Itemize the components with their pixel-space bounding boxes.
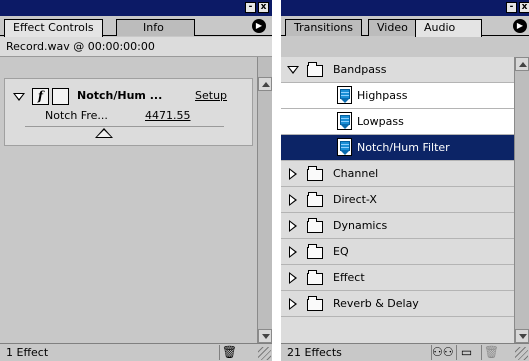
effect-name: Notch/Hum ... — [77, 89, 163, 102]
vertical-scrollbar[interactable] — [257, 57, 272, 343]
folder-icon — [307, 270, 323, 285]
minimize-button[interactable]: - — [506, 2, 517, 13]
folder-row-effect[interactable]: Effect — [281, 265, 514, 291]
tab-audio[interactable]: Audio — [415, 19, 483, 37]
folder-row-dynamics[interactable]: Dynamics — [281, 213, 514, 239]
effect-enable-toggle[interactable]: f — [32, 88, 49, 105]
effect-count: 21 Effects — [287, 346, 342, 359]
folder-row-channel[interactable]: Channel — [281, 161, 514, 187]
param-value-field[interactable]: 4471.55 — [145, 109, 191, 122]
scroll-up-button[interactable] — [258, 77, 272, 91]
trash-icon[interactable]: 🗑 — [481, 345, 501, 360]
tab-info[interactable]: Info — [116, 19, 195, 36]
vertical-scrollbar[interactable] — [514, 57, 529, 343]
status-bar: 21 Effects ⚇⚇ ▭ 🗑 — [281, 343, 529, 361]
trash-icon[interactable]: 🗑 — [219, 345, 239, 360]
disclosure-triangle-icon[interactable] — [289, 272, 297, 284]
folder-row-eq[interactable]: EQ — [281, 239, 514, 265]
close-button[interactable]: x — [519, 2, 529, 13]
folder-label: Channel — [333, 167, 379, 180]
scroll-down-button[interactable] — [515, 329, 529, 343]
folder-icon — [307, 218, 323, 233]
disclosure-triangle-icon[interactable] — [289, 298, 297, 310]
tab-video[interactable]: Video — [368, 19, 417, 36]
tab-effect-controls[interactable]: Effect Controls — [4, 19, 103, 37]
slider-handle[interactable] — [95, 128, 113, 138]
scroll-up-button[interactable] — [515, 57, 529, 71]
resize-grip-icon[interactable] — [258, 347, 271, 360]
palette-gap — [272, 0, 281, 361]
disclosure-triangle-icon[interactable] — [289, 168, 297, 180]
scroll-down-button[interactable] — [258, 329, 272, 343]
folder-row-direct-x[interactable]: Direct-X — [281, 187, 514, 213]
audio-effect-icon — [336, 86, 354, 105]
folder-label: EQ — [333, 245, 349, 258]
disclosure-triangle-icon[interactable] — [287, 66, 299, 74]
palette-titlebar[interactable]: - x — [0, 0, 272, 16]
arrow-up-icon — [519, 62, 527, 67]
clip-timecode-header: Record.wav @ 00:00:00:00 — [0, 37, 272, 57]
effects-list-area: f Notch/Hum ... Setup Notch Fre... 4471.… — [0, 58, 257, 343]
tab-transitions[interactable]: Transitions — [285, 19, 362, 36]
effect-controls-palette: - x Effect Controls Info ▶ Record.wav @ … — [0, 0, 272, 361]
disclosure-triangle-icon[interactable] — [13, 93, 25, 101]
palette-menu-icon[interactable]: ▶ — [252, 19, 266, 33]
effect-count: 1 Effect — [6, 346, 49, 359]
folder-row-bandpass[interactable]: Bandpass — [281, 57, 514, 83]
folder-label: Direct-X — [333, 193, 377, 206]
resize-grip-icon[interactable] — [515, 347, 528, 360]
folder-icon — [307, 62, 323, 77]
arrow-down-icon — [262, 334, 270, 339]
audio-effect-icon — [336, 112, 354, 131]
arrow-up-icon — [262, 82, 270, 87]
folder-icon — [307, 192, 323, 207]
audio-effect-icon — [336, 138, 354, 157]
minimize-button[interactable]: - — [245, 2, 256, 13]
effect-row-highpass[interactable]: Highpass — [281, 83, 514, 109]
status-bar: 1 Effect 🗑 — [0, 343, 272, 361]
palette-menu-icon[interactable]: ▶ — [513, 19, 527, 33]
disclosure-triangle-icon[interactable] — [289, 246, 297, 258]
arrow-down-icon — [519, 334, 527, 339]
palette-titlebar[interactable]: - x — [281, 0, 529, 16]
effect-row-lowpass[interactable]: Lowpass — [281, 109, 514, 135]
binoculars-icon[interactable]: ⚇⚇ — [431, 345, 454, 360]
setup-link[interactable]: Setup — [195, 89, 227, 102]
close-button[interactable]: x — [258, 2, 269, 13]
effects-tree: Bandpass Highpass Lowpass Notch/Hum Filt… — [281, 57, 514, 343]
disclosure-triangle-icon[interactable] — [289, 220, 297, 232]
folder-icon[interactable]: ▭ — [456, 345, 476, 360]
transitions-palette: - x Transitions Video Audio ▶ Bandpass H… — [281, 0, 529, 361]
folder-icon — [307, 244, 323, 259]
folder-label: Effect — [333, 271, 365, 284]
folder-icon — [307, 296, 323, 311]
effect-label: Highpass — [357, 89, 408, 102]
effect-row-notch-hum-filter[interactable]: Notch/Hum Filter — [281, 135, 514, 161]
folder-row-reverb-delay[interactable]: Reverb & Delay — [281, 291, 514, 317]
folder-label: Reverb & Delay — [333, 297, 419, 310]
folder-label: Bandpass — [333, 63, 387, 76]
tab-bar: Transitions Video Audio ▶ — [281, 16, 529, 37]
tab-bar: Effect Controls Info ▶ — [0, 16, 272, 37]
effect-label: Notch/Hum Filter — [357, 141, 450, 154]
keyframe-toggle[interactable] — [52, 88, 69, 105]
effect-entry: f Notch/Hum ... Setup Notch Fre... 4471.… — [4, 78, 253, 146]
param-label: Notch Fre... — [45, 109, 108, 122]
disclosure-triangle-icon[interactable] — [289, 194, 297, 206]
slider-track[interactable] — [25, 126, 224, 127]
folder-icon — [307, 166, 323, 181]
folder-label: Dynamics — [333, 219, 388, 232]
effect-label: Lowpass — [357, 115, 404, 128]
